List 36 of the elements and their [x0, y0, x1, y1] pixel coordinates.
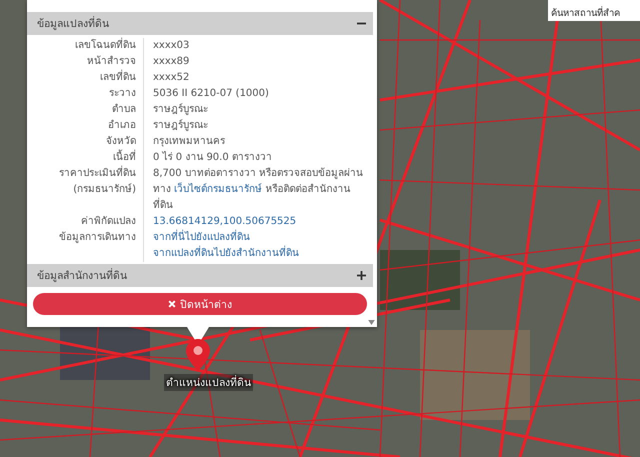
section-header[interactable]: ข้อมูลแปลงที่ดิน [27, 12, 373, 35]
plus-icon [357, 271, 366, 280]
section-title: ข้อมูลสำนักงานที่ดิน [37, 267, 127, 284]
section-header[interactable]: ข้อมูลสำนักงานที่ดิน [27, 264, 373, 287]
field-value: xxxx03 [153, 40, 190, 51]
field-value: ราษฎร์บูรณะ [153, 120, 208, 131]
field-value: ราษฎร์บูรณะ [153, 104, 208, 115]
pin-label: ตำแหน่งแปลงที่ดิน [164, 374, 253, 391]
link[interactable]: จากแปลงที่ดินไปยังสำนักงานที่ดิน [153, 248, 299, 259]
field-value: 5036 II 6210-07 (1000) [153, 88, 269, 99]
link[interactable]: 13.66814129,100.50675525 [153, 216, 296, 227]
section-title: ข้อมูลแปลงที่ดิน [37, 15, 109, 32]
field-label: ระวาง [109, 87, 136, 101]
field-label: เลขโฉนดที่ดิน [75, 38, 136, 54]
field-value: 0 ไร่ 0 งาน 90.0 ตารางวา [153, 152, 272, 163]
field-value: กรุงเทพมหานคร [153, 136, 225, 147]
field-label: หน้าสำรวจ [87, 54, 136, 69]
location-pin-icon[interactable] [186, 339, 210, 371]
field-label: ตำบล [112, 102, 136, 117]
field-value: 8,700 บาทต่อตารางวา หรือตรวจสอบข้อมูลผ่านทาง เว็บไซต์กรมธนารักษ์ หรือติดต่อสำนักงานที่ดิน [153, 168, 363, 211]
link[interactable]: จากที่นี่ไปยังแปลงที่ดิน [153, 232, 250, 243]
field-label: อำเภอ [108, 118, 136, 133]
field-label: เลขที่ดิน [100, 70, 136, 86]
field-label: จังหวัด [106, 135, 136, 149]
field-label: (กรมธนารักษ์) [73, 182, 136, 197]
field-label: ข้อมูลการเดินทาง [59, 230, 136, 245]
field-value: xxxx52 [153, 72, 190, 83]
scroll-down-icon[interactable] [368, 320, 375, 325]
close-button[interactable]: ปิดหน้าต่าง [33, 293, 367, 315]
field-label: ราคาประเมินที่ดิน [59, 166, 136, 182]
close-icon [168, 300, 176, 308]
field-value: xxxx89 [153, 56, 190, 67]
search-field[interactable]: ค้นหาสถานที่สำค [548, 0, 640, 21]
field-label: เนื้อที่ [113, 150, 136, 166]
link[interactable]: เว็บไซต์กรมธนารักษ์ [174, 184, 262, 195]
field-label: ค่าพิกัดแปลง [81, 215, 136, 229]
